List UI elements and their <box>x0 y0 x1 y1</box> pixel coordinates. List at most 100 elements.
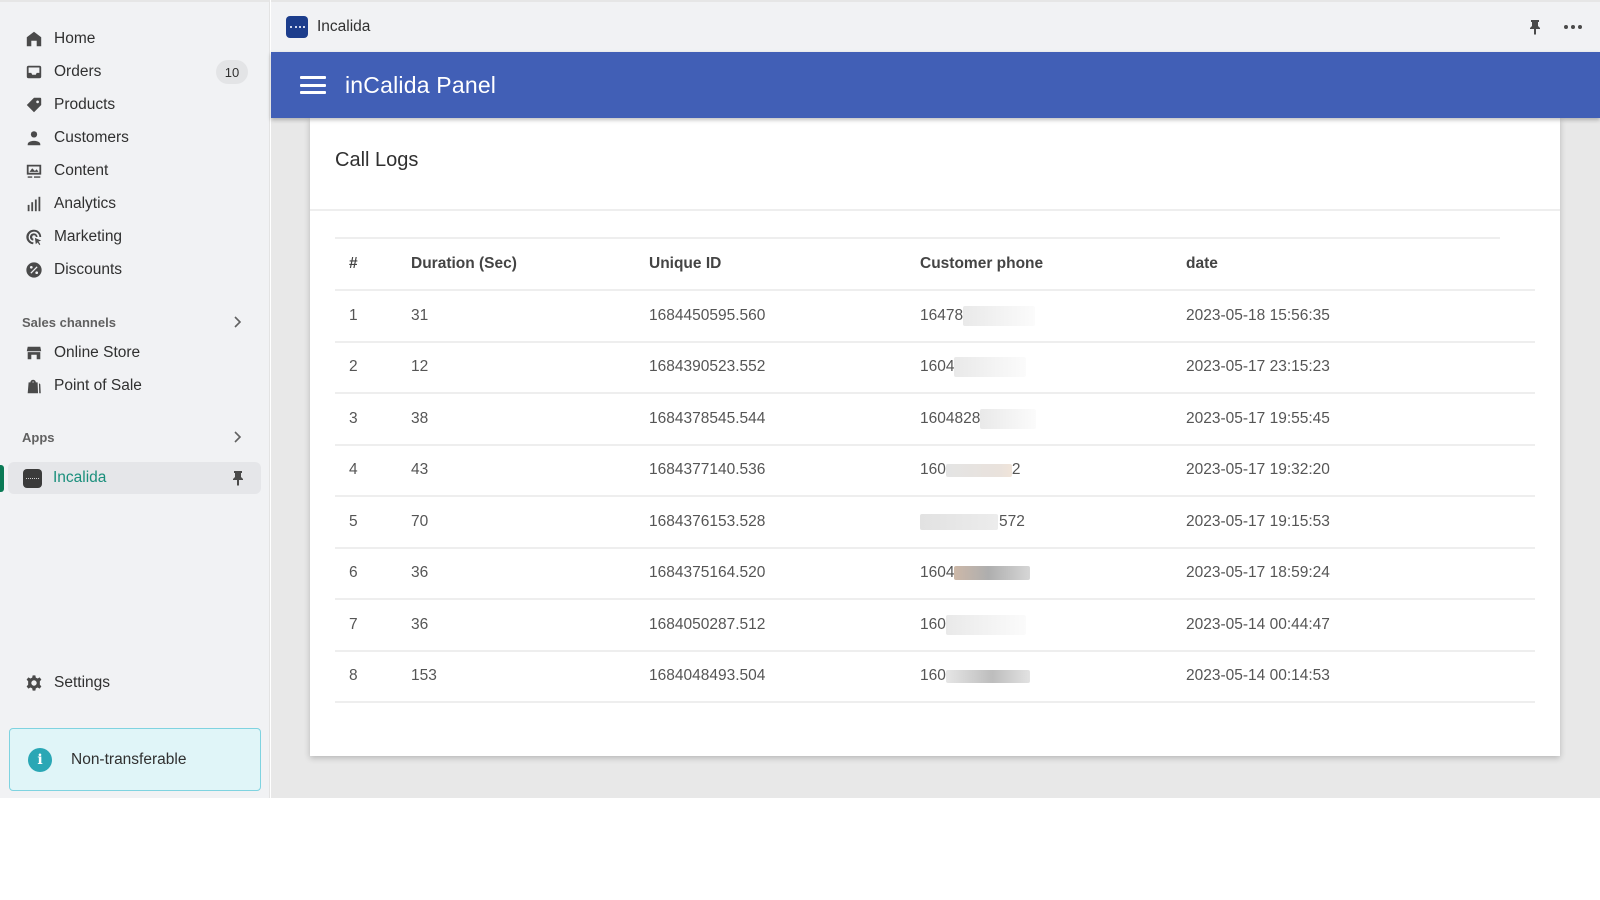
phone-visible-suffix: 2 <box>1011 461 1021 479</box>
tag-icon <box>24 95 44 115</box>
nav-item-settings[interactable]: Settings <box>0 666 270 699</box>
app-title-bar: Incalida <box>271 0 1600 52</box>
divider <box>310 209 1560 211</box>
nav-item-marketing[interactable]: Marketing <box>0 220 270 253</box>
nav-item-label: Customers <box>54 128 129 146</box>
nav-item-content[interactable]: Content <box>0 154 270 187</box>
table-row: 1 31 1684450595.560 16478 2023-05-18 15:… <box>335 290 1535 342</box>
cell-duration: 12 <box>411 358 429 376</box>
nav-item-point-of-sale[interactable]: Point of Sale <box>0 369 270 402</box>
menu-icon-bar <box>300 91 326 94</box>
cell-customer-phone: 572 <box>906 496 1172 548</box>
phone-visible-part: 160 <box>920 615 946 633</box>
cell-duration: 36 <box>411 564 429 582</box>
cell-unique-id: 1684048493.504 <box>649 667 766 685</box>
nav-item-discounts[interactable]: Discounts <box>0 253 270 286</box>
nav-item-label: Home <box>54 29 96 47</box>
main-nav: Home Orders 10 Products Customers Conten… <box>0 22 270 286</box>
redaction-blur <box>954 566 1031 581</box>
cell-number: 7 <box>349 615 358 633</box>
cell-date: 2023-05-17 19:55:45 <box>1186 409 1330 427</box>
cell-customer-phone: 1604 <box>906 342 1172 394</box>
nav-item-home[interactable]: Home <box>0 22 270 55</box>
nav-item-label: Content <box>54 161 109 179</box>
nav-item-customers[interactable]: Customers <box>0 121 270 154</box>
bar-chart-icon <box>24 194 44 214</box>
cell-duration: 43 <box>411 461 429 479</box>
phone-visible-part: 1604 <box>920 358 955 376</box>
bag-icon <box>24 376 44 396</box>
apps-header[interactable]: Apps <box>0 425 270 449</box>
cell-unique-id: 1684378545.544 <box>649 409 766 427</box>
cell-number: 8 <box>349 667 358 685</box>
redaction-blur <box>954 357 1027 378</box>
section-label: Sales channels <box>22 314 116 330</box>
phone-visible-part: 16478 <box>920 306 964 324</box>
nav-item-label: Discounts <box>54 260 123 278</box>
nav-item-label: Online Store <box>54 343 141 361</box>
cell-duration: 31 <box>411 306 429 324</box>
nav-item-online-store[interactable]: Online Store <box>0 336 270 369</box>
cell-unique-id: 1684390523.552 <box>649 358 766 376</box>
menu-icon-bar <box>300 76 326 79</box>
column-header-unique-id: Unique ID <box>649 255 722 272</box>
sales-channels-header[interactable]: Sales channels <box>0 310 270 334</box>
cell-number: 2 <box>349 358 358 376</box>
incalida-logo-icon <box>286 16 308 38</box>
column-header-number: # <box>349 255 358 272</box>
discount-icon <box>24 260 44 280</box>
cell-customer-phone: 160 <box>906 651 1172 703</box>
cell-date: 2023-05-14 00:44:47 <box>1186 615 1330 633</box>
nav-item-label: Products <box>54 95 116 113</box>
redaction-blur <box>920 513 998 530</box>
cell-unique-id: 1684377140.536 <box>649 461 766 479</box>
cell-unique-id: 1684450595.560 <box>649 306 766 324</box>
cell-date: 2023-05-17 23:15:23 <box>1186 358 1330 376</box>
call-logs-table: # Duration (Sec) Unique ID Customer phon… <box>335 237 1535 703</box>
incalida-app-icon <box>23 468 42 488</box>
cell-number: 3 <box>349 409 358 427</box>
nav-item-orders[interactable]: Orders 10 <box>0 55 270 88</box>
title-bar-actions <box>1524 16 1584 38</box>
table-row: 2 12 1684390523.552 1604 2023-05-17 23:1… <box>335 341 1535 394</box>
redaction-blur <box>945 463 1012 477</box>
nav-item-label: Settings <box>54 673 111 691</box>
cell-unique-id: 1684050287.512 <box>649 615 766 633</box>
cell-duration: 36 <box>411 615 429 633</box>
gear-icon <box>24 673 44 693</box>
main-area: Incalida inCalida Panel Call Logs # Dura… <box>271 0 1600 798</box>
cell-date: 2023-05-17 19:32:20 <box>1186 461 1330 479</box>
hamburger-menu-button[interactable] <box>300 74 326 96</box>
settings-section: Settings <box>0 666 270 699</box>
active-indicator <box>0 465 4 492</box>
panel-app-bar: inCalida Panel <box>271 52 1600 118</box>
ellipsis-icon <box>1564 25 1582 29</box>
table-row: 7 36 1684050287.512 160 2023-05-14 00:44… <box>335 599 1535 651</box>
nav-item-incalida[interactable]: Incalida <box>0 462 261 494</box>
store-icon <box>24 343 44 363</box>
nav-item-products[interactable]: Products <box>0 88 270 121</box>
redaction-blur <box>963 305 1036 326</box>
more-actions-button[interactable] <box>1562 16 1584 38</box>
pin-app-button[interactable] <box>1524 16 1546 38</box>
cell-unique-id: 1684376153.528 <box>649 512 766 530</box>
cell-date: 2023-05-14 00:14:53 <box>1186 667 1330 685</box>
sales-channels-list: Online Store Point of Sale <box>0 336 270 402</box>
cell-duration: 153 <box>411 667 437 685</box>
info-icon: i <box>28 747 52 772</box>
phone-visible-part: 1604828 <box>920 409 981 427</box>
table-row: 5 70 1684376153.528 572 2023-05-17 19:15… <box>335 496 1535 548</box>
chevron-right-icon <box>230 313 244 331</box>
nav-item-analytics[interactable]: Analytics <box>0 187 270 220</box>
pin-icon[interactable] <box>231 469 245 487</box>
phone-visible-suffix: 572 <box>999 512 1025 530</box>
cell-number: 1 <box>349 306 358 324</box>
admin-sidebar: Home Orders 10 Products Customers Conten… <box>0 0 270 798</box>
image-icon <box>24 161 44 181</box>
pin-icon <box>1530 20 1540 35</box>
target-icon <box>24 227 44 247</box>
phone-visible-part: 160 <box>920 461 946 479</box>
column-header-customer-phone: Customer phone <box>920 255 1044 272</box>
non-transferable-notice: i Non-transferable <box>9 728 261 791</box>
person-icon <box>24 128 44 148</box>
